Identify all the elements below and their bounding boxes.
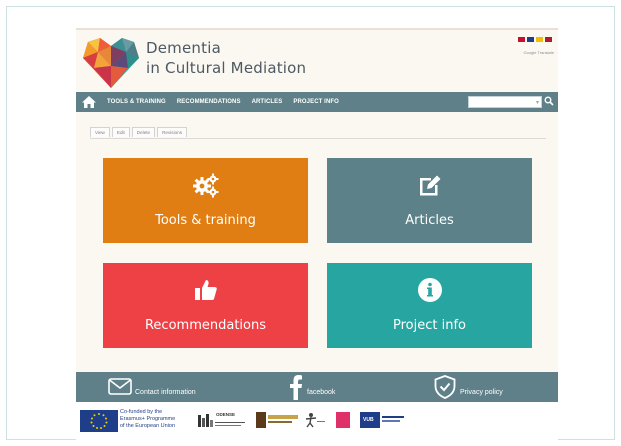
nav-item-tools-training[interactable]: TOOLS & TRAINING bbox=[107, 99, 166, 105]
site-logo[interactable] bbox=[80, 34, 142, 90]
tile-label: Project info bbox=[393, 318, 466, 333]
tile-recommendations[interactable]: Recommendations bbox=[103, 263, 308, 348]
facebook-icon bbox=[290, 375, 302, 400]
eu-line2: Erasmus+ Programme bbox=[120, 416, 176, 422]
footer-bar: Contact information facebook Privacy pol… bbox=[76, 372, 558, 402]
nav-item-articles[interactable]: ARTICLES bbox=[252, 99, 283, 105]
shield-check-icon bbox=[434, 375, 456, 399]
nav-item-project-info[interactable]: PROJECT INFO bbox=[293, 99, 339, 105]
tile-label: Articles bbox=[405, 213, 454, 228]
site-title-line2: in Cultural Mediation bbox=[146, 59, 307, 77]
thumbs-up-icon bbox=[194, 280, 217, 300]
info-icon bbox=[417, 278, 442, 302]
edit-icon bbox=[419, 175, 440, 196]
tile-tools-training[interactable]: Tools & training bbox=[103, 158, 308, 243]
site-title[interactable]: Dementia in Cultural Mediation bbox=[146, 38, 306, 78]
search-input[interactable]: ▾ bbox=[468, 96, 542, 108]
eu-line3: of the European Union bbox=[120, 423, 176, 429]
tabs-divider bbox=[90, 138, 546, 139]
odense-label: ODENSE bbox=[216, 412, 236, 417]
british-flag-icon[interactable] bbox=[527, 37, 534, 42]
tab-delete[interactable]: Delete bbox=[131, 127, 156, 137]
eu-flag-icon bbox=[80, 410, 118, 432]
contact-information-link[interactable]: Contact information bbox=[108, 372, 228, 402]
language-flags bbox=[518, 37, 552, 42]
tile-label: Recommendations bbox=[144, 318, 266, 333]
spanish-flag-icon[interactable] bbox=[536, 37, 543, 42]
search-dropdown-icon: ▾ bbox=[535, 100, 539, 106]
search-icon[interactable] bbox=[544, 96, 554, 106]
heart-logo-icon bbox=[83, 38, 139, 88]
home-icon[interactable] bbox=[81, 95, 97, 109]
facebook-label: facebook bbox=[307, 389, 336, 396]
envelope-icon bbox=[108, 378, 132, 395]
top-border bbox=[76, 28, 558, 30]
facebook-link[interactable]: facebook bbox=[289, 372, 369, 402]
gears-icon bbox=[192, 173, 218, 198]
main-nav: TOOLS & TRAINING RECOMMENDATIONS ARTICLE… bbox=[76, 92, 558, 112]
tab-view[interactable]: View bbox=[90, 127, 110, 137]
tab-revisions[interactable]: Revisions bbox=[157, 127, 187, 137]
partner-book-logo-icon bbox=[256, 412, 298, 428]
privacy-policy-label: Privacy policy bbox=[460, 389, 503, 396]
nav-item-recommendations[interactable]: RECOMMENDATIONS bbox=[177, 99, 241, 105]
tile-label: Tools & training bbox=[155, 213, 256, 228]
dancer-logo-icon bbox=[305, 413, 325, 428]
eu-line1: Co-funded by the bbox=[120, 409, 163, 415]
danish-flag-icon[interactable] bbox=[518, 37, 525, 42]
google-translate-link[interactable]: Google Translate bbox=[524, 50, 554, 55]
privacy-policy-link[interactable]: Privacy policy bbox=[434, 372, 534, 402]
erasmus-text: Co-funded by the Erasmus+ Programme of t… bbox=[120, 409, 175, 430]
partner-logos: Co-funded by the Erasmus+ Programme of t… bbox=[76, 402, 558, 440]
site-title-line1: Dementia bbox=[146, 39, 221, 57]
pink-logo-icon bbox=[336, 412, 350, 428]
website: Dementia in Cultural Mediation Google Tr… bbox=[76, 28, 558, 440]
tile-project-info[interactable]: Project info bbox=[327, 263, 532, 348]
tab-edit[interactable]: Edit bbox=[111, 127, 130, 137]
dutch-flag-icon[interactable] bbox=[545, 37, 552, 42]
admin-tabs: View Edit Delete Revisions bbox=[90, 127, 189, 137]
tile-articles[interactable]: Articles bbox=[327, 158, 532, 243]
vub-label: VUB bbox=[363, 417, 374, 423]
contact-information-label: Contact information bbox=[135, 389, 196, 396]
